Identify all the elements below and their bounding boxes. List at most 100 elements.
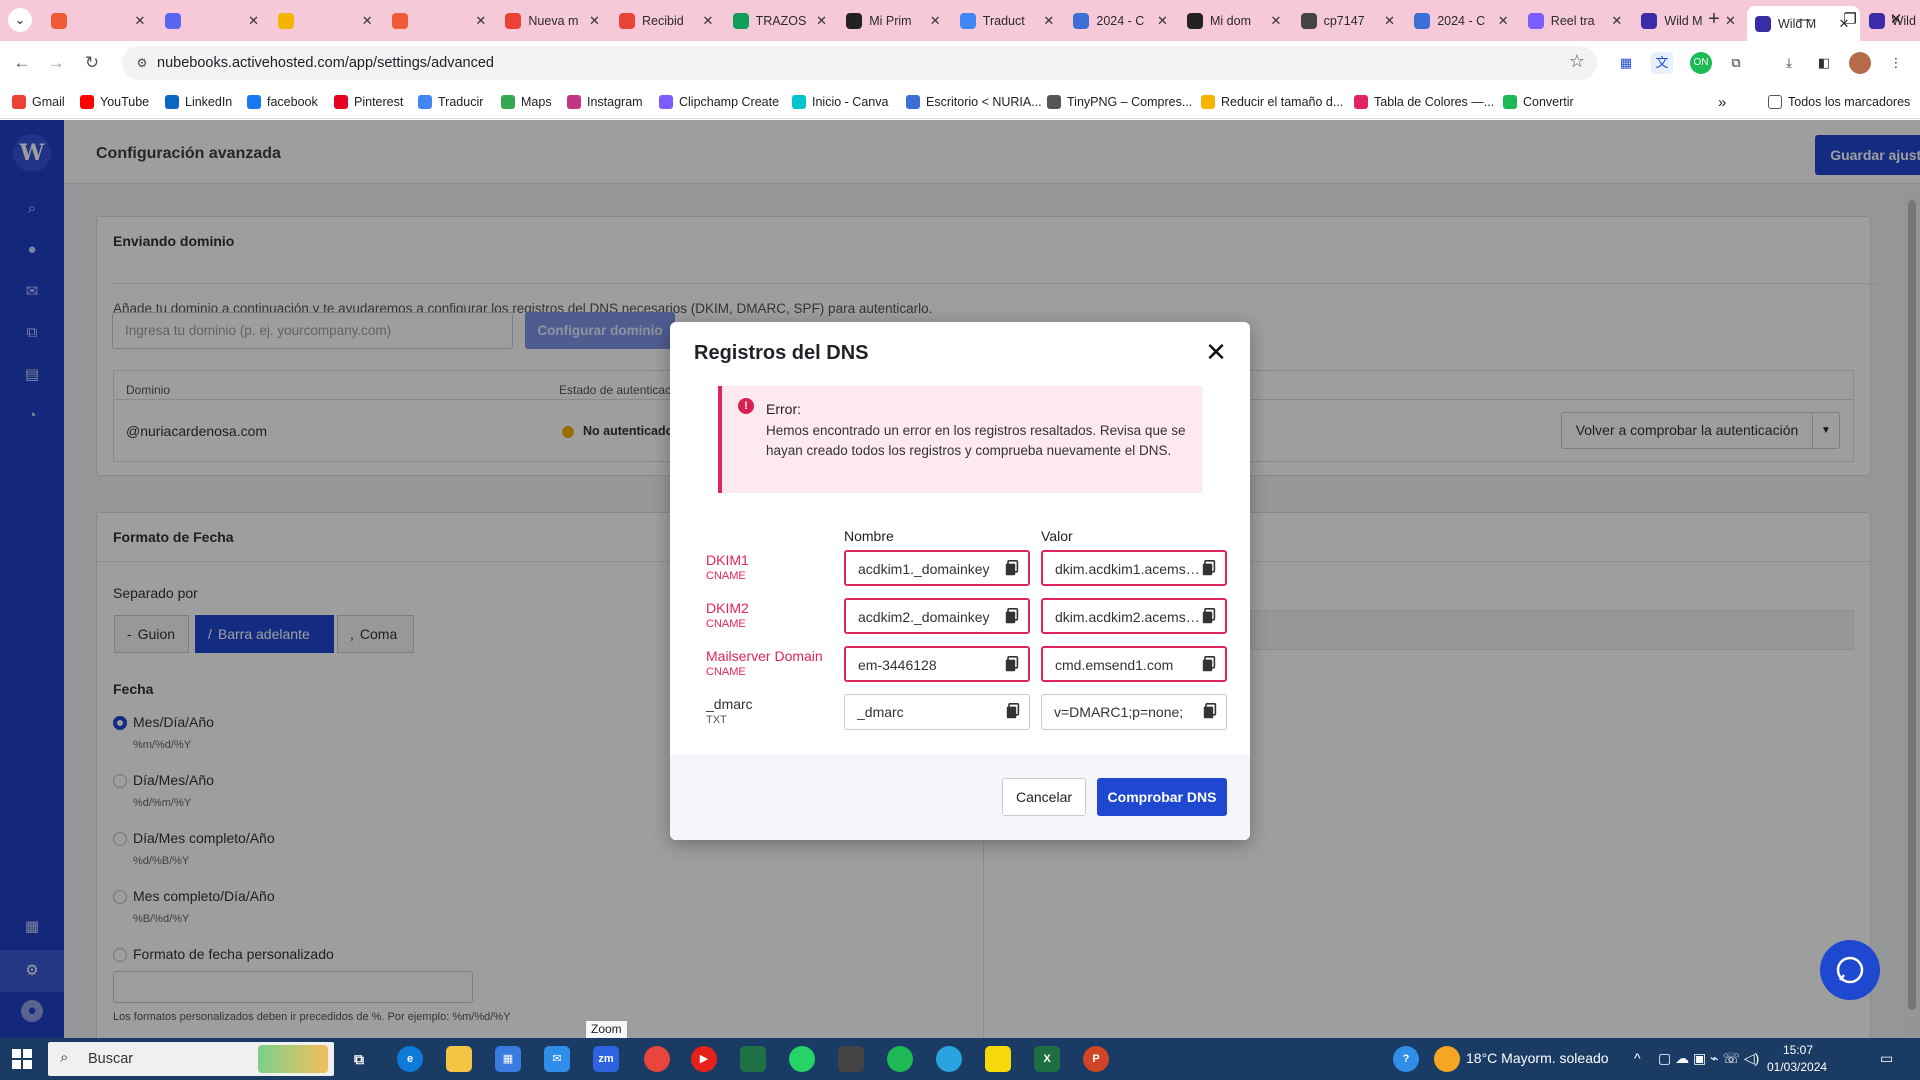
minimize-button[interactable]: — <box>1781 6 1827 34</box>
dns-record-name-field[interactable]: acdkim1._domainkey <box>844 550 1030 586</box>
zoom-app-icon[interactable]: zm <box>593 1046 619 1072</box>
copy-icon[interactable] <box>1005 608 1019 624</box>
video-player-icon[interactable]: ▶ <box>691 1046 717 1072</box>
dns-record-value-field-value[interactable]: dkim.acdkim2.acems1.com <box>1055 609 1200 625</box>
bookmark-item[interactable]: TinyPNG – Compres... <box>1047 93 1192 111</box>
browser-tab[interactable]: 2024 - C ✕ <box>1065 6 1178 35</box>
dns-record-name-field-value[interactable]: acdkim1._domainkey <box>858 561 1003 577</box>
dns-record-value-field[interactable]: dkim.acdkim1.acems1.com <box>1041 550 1227 586</box>
close-icon[interactable]: ✕ <box>1203 339 1229 366</box>
tab-close-icon[interactable]: ✕ <box>927 13 943 29</box>
tab-close-icon[interactable]: ✕ <box>246 13 262 29</box>
inkscape-icon[interactable] <box>838 1046 864 1072</box>
telegram-icon[interactable] <box>936 1046 962 1072</box>
browser-tab[interactable]: Recibid ✕ <box>611 6 724 35</box>
tab-close-icon[interactable]: ✕ <box>1154 13 1170 29</box>
browser-menu-icon[interactable]: ⋮ <box>1885 52 1907 74</box>
copy-icon[interactable] <box>1005 656 1019 672</box>
bookmark-item[interactable]: Inicio - Canva <box>792 93 888 111</box>
downloads-icon[interactable]: ⤓ <box>1778 52 1800 74</box>
restore-button[interactable]: ❐ <box>1827 6 1873 34</box>
browser-tab[interactable]: TRAZOS ✕ <box>725 6 838 35</box>
notifications-icon[interactable]: ▭ <box>1880 1050 1893 1067</box>
bookmark-item[interactable]: LinkedIn <box>165 93 232 111</box>
tray-chevron-icon[interactable]: ^ <box>1634 1050 1641 1066</box>
more-bookmarks-chevron-icon[interactable]: » <box>1718 93 1726 111</box>
sticky-notes-icon[interactable] <box>985 1046 1011 1072</box>
bookmark-item[interactable]: facebook <box>247 93 318 111</box>
browser-tab[interactable]: Reel tra ✕ <box>1520 6 1633 35</box>
mail-icon[interactable]: ✉ <box>544 1046 570 1072</box>
dns-record-value-field[interactable]: cmd.emsend1.com <box>1041 646 1227 682</box>
tab-search-chevron-icon[interactable]: ⌄ <box>8 8 32 32</box>
browser-tab[interactable]: ✕ <box>270 6 383 35</box>
cancel-button[interactable]: Cancelar <box>1002 778 1086 816</box>
weather-icon[interactable] <box>1434 1046 1460 1072</box>
copy-icon[interactable] <box>1202 560 1216 576</box>
profile-avatar[interactable] <box>1849 52 1871 74</box>
copy-icon[interactable] <box>1006 703 1020 719</box>
dns-record-value-field-value[interactable]: cmd.emsend1.com <box>1055 657 1200 673</box>
tab-close-icon[interactable]: ✕ <box>1041 13 1057 29</box>
tab-close-icon[interactable]: ✕ <box>1268 13 1284 29</box>
extensions-puzzle-icon[interactable]: ⧉ <box>1725 52 1747 74</box>
clock-time[interactable]: 15:07 <box>1783 1043 1813 1057</box>
bookmark-item[interactable]: Gmail <box>12 93 65 111</box>
grid-extension-icon[interactable]: ▦ <box>1615 52 1637 74</box>
browser-tab[interactable]: Wild M✕ <box>1633 6 1746 35</box>
browser-tab[interactable]: Traduct ✕ <box>952 6 1065 35</box>
browser-tab[interactable]: cp7147 ✕ <box>1293 6 1406 35</box>
new-tab-button[interactable]: + <box>1703 9 1725 31</box>
bookmark-item[interactable]: Tabla de Colores —... <box>1354 93 1494 111</box>
bookmark-item[interactable]: Maps <box>501 93 552 111</box>
bookmark-item[interactable]: Reducir el tamaño d... <box>1201 93 1343 111</box>
browser-tab[interactable]: Mi dom ✕ <box>1179 6 1292 35</box>
bookmark-item[interactable]: Instagram <box>567 93 643 111</box>
bookmark-item[interactable]: Clipchamp Create <box>659 93 779 111</box>
dns-record-value-field-value[interactable]: dkim.acdkim1.acems1.com <box>1055 561 1200 577</box>
sidepanel-icon[interactable]: ◧ <box>1813 52 1835 74</box>
close-window-button[interactable]: ✕ <box>1873 6 1919 34</box>
store-icon[interactable]: ▦ <box>495 1046 521 1072</box>
browser-tab[interactable]: ✕ <box>157 6 270 35</box>
copy-icon[interactable] <box>1203 703 1217 719</box>
browser-tab[interactable]: Mi Prim ✕ <box>838 6 951 35</box>
browser-tab[interactable]: 2024 - C ✕ <box>1406 6 1519 35</box>
dns-record-value-field-value[interactable]: v=DMARC1;p=none; <box>1054 704 1199 720</box>
url-text[interactable]: nubebooks.activehosted.com/app/settings/… <box>157 55 494 71</box>
all-bookmarks-folder[interactable]: Todos los marcadores <box>1768 93 1910 111</box>
copy-icon[interactable] <box>1202 656 1216 672</box>
chat-support-button[interactable] <box>1820 940 1880 1000</box>
tab-close-icon[interactable]: ✕ <box>359 13 375 29</box>
bookmark-item[interactable]: Traducir <box>418 93 483 111</box>
browser-tab[interactable]: Nueva m ✕ <box>497 6 610 35</box>
excel-icon[interactable]: X <box>1034 1046 1060 1072</box>
task-view-icon[interactable]: ⧉ <box>346 1046 372 1072</box>
tab-close-icon[interactable]: ✕ <box>1495 13 1511 29</box>
bookmark-item[interactable]: Pinterest <box>334 93 403 111</box>
dns-record-name-field[interactable]: em-3446128 <box>844 646 1030 682</box>
tray-icons[interactable]: ▢ ☁ ▣ ⌁ ☏ ◁) <box>1658 1050 1759 1067</box>
edge-icon[interactable]: e <box>397 1046 423 1072</box>
dns-record-value-field[interactable]: v=DMARC1;p=none; <box>1041 694 1227 730</box>
bookmark-item[interactable]: Escritorio < NURIA... <box>906 93 1042 111</box>
windows-start-icon[interactable] <box>12 1049 32 1069</box>
file-explorer-icon[interactable] <box>446 1046 472 1072</box>
help-icon[interactable]: ? <box>1393 1046 1419 1072</box>
spotify-icon[interactable] <box>887 1046 913 1072</box>
address-bar[interactable]: ⚙ nubebooks.activehosted.com/app/setting… <box>122 46 1597 80</box>
sheets-icon[interactable] <box>740 1046 766 1072</box>
tab-close-icon[interactable]: ✕ <box>132 13 148 29</box>
tab-close-icon[interactable]: ✕ <box>700 13 716 29</box>
tab-close-icon[interactable]: ✕ <box>1609 13 1625 29</box>
tab-close-icon[interactable]: ✕ <box>473 13 489 29</box>
copy-icon[interactable] <box>1202 608 1216 624</box>
powerpoint-icon[interactable]: P <box>1083 1046 1109 1072</box>
on-extension-icon[interactable]: ON <box>1690 52 1712 74</box>
whatsapp-icon[interactable] <box>789 1046 815 1072</box>
bookmark-item[interactable]: YouTube <box>80 93 149 111</box>
weather-text[interactable]: 18°C Mayorm. soleado <box>1466 1050 1609 1066</box>
tab-close-icon[interactable]: ✕ <box>586 13 602 29</box>
taskbar-search[interactable]: ⌕ Buscar <box>48 1042 334 1076</box>
browser-tab[interactable]: ✕ <box>384 6 497 35</box>
